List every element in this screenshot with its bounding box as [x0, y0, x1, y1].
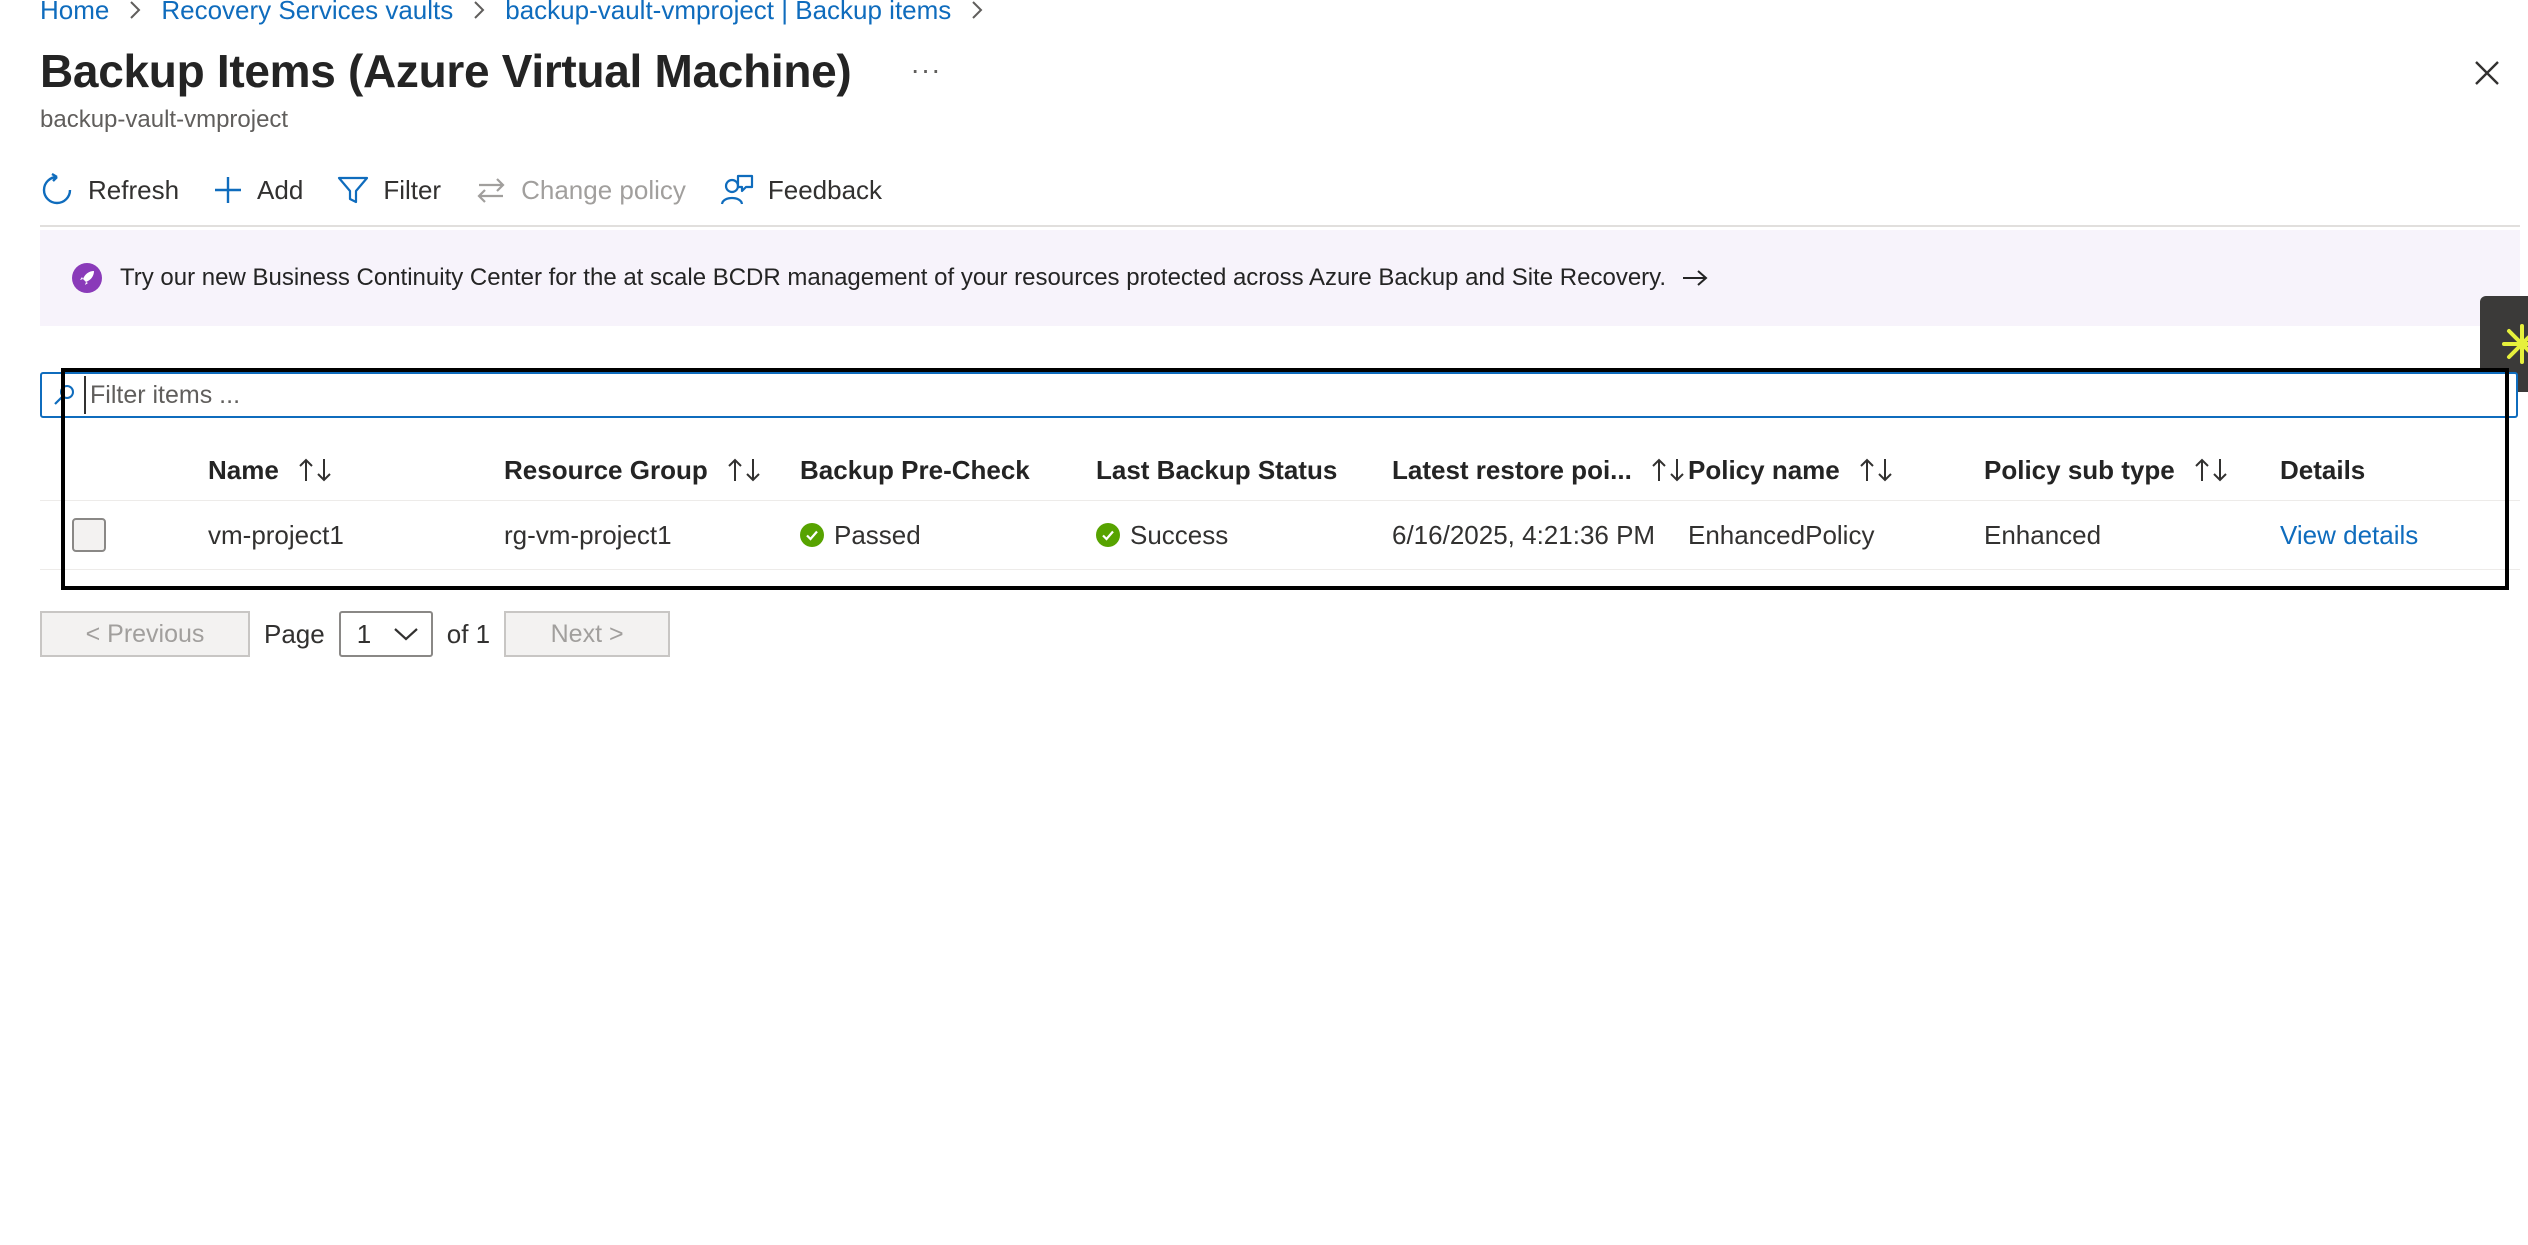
plus-icon [215, 177, 242, 203]
chevron-right-icon [971, 0, 983, 20]
page-select-value: 1 [356, 618, 372, 649]
change-policy-button[interactable]: Change policy [475, 174, 686, 206]
filter-button[interactable]: Filter [337, 174, 441, 206]
next-page-button[interactable]: Next > [504, 611, 671, 657]
backup-items-table: Name Resource Group Backup Pre-Check Las… [40, 440, 2520, 570]
column-header-latest-restore[interactable]: Latest restore poi... [1392, 440, 1686, 500]
add-label: Add [257, 174, 304, 205]
chevron-right-icon [473, 0, 485, 20]
refresh-icon [42, 173, 72, 205]
column-header-policy-sub-type[interactable]: Policy sub type [1984, 440, 2229, 500]
cell-latest-restore: 6/16/2025, 4:21:36 PM [1392, 519, 1656, 550]
column-header-name[interactable]: Name [208, 440, 333, 500]
sort-icon[interactable] [297, 457, 333, 483]
sort-icon[interactable] [2193, 457, 2229, 483]
filter-items-box [40, 372, 2518, 418]
cell-last-backup-status: Success [1096, 501, 1228, 569]
column-header-pre-check: Backup Pre-Check [800, 454, 1030, 485]
chevron-right-icon [129, 0, 141, 20]
pagination: < Previous Page 1 of 1 Next > [40, 610, 671, 658]
toolbar-divider [40, 225, 2520, 227]
cell-policy-sub-type: Enhanced [1984, 519, 2102, 550]
breadcrumb-recovery-vaults[interactable]: Recovery Services vaults [161, 0, 453, 26]
close-icon [2475, 61, 2499, 85]
filter-label: Filter [383, 174, 442, 205]
refresh-button[interactable]: Refresh [40, 173, 179, 207]
breadcrumb-home[interactable]: Home [40, 0, 109, 26]
feedback-button[interactable]: Feedback [720, 173, 882, 207]
page-subtitle: backup-vault-vmproject [40, 106, 289, 133]
sort-icon[interactable] [1650, 457, 1686, 483]
breadcrumb-backup-items[interactable]: backup-vault-vmproject | Backup items [505, 0, 951, 26]
sort-icon[interactable] [726, 457, 762, 483]
table-header: Name Resource Group Backup Pre-Check Las… [40, 440, 2520, 500]
banner-text: Try our new Business Continuity Center f… [120, 264, 1667, 291]
table-row[interactable]: vm-project1 rg-vm-project1 Passed Succes… [40, 500, 2520, 570]
column-header-policy-name[interactable]: Policy name [1688, 440, 1894, 500]
page-title: Backup Items (Azure Virtual Machine) [40, 45, 852, 97]
page-label: Page [264, 618, 325, 649]
cell-name: vm-project1 [208, 519, 344, 550]
page-of-label: of 1 [446, 618, 491, 649]
column-header-last-backup-status: Last Backup Status [1096, 454, 1338, 485]
cell-resource-group: rg-vm-project1 [504, 519, 672, 550]
column-header-details: Details [2280, 454, 2366, 485]
more-options-button[interactable]: ··· [908, 52, 944, 88]
sparkle-icon [2502, 324, 2528, 364]
funnel-icon [338, 176, 369, 204]
pre-check-text: Passed [834, 519, 921, 550]
swap-arrows-icon [477, 178, 505, 203]
previous-page-button[interactable]: < Previous [40, 611, 250, 657]
search-icon [54, 385, 74, 405]
change-policy-label: Change policy [521, 174, 686, 205]
check-circle-icon [800, 523, 824, 547]
column-header-resource-group[interactable]: Resource Group [504, 440, 762, 500]
info-banner: Try our new Business Continuity Center f… [40, 230, 2520, 326]
last-status-text: Success [1130, 519, 1229, 550]
page-select[interactable]: 1 [338, 611, 433, 657]
feedback-label: Feedback [767, 174, 883, 205]
cell-policy-name: EnhancedPolicy [1688, 519, 1875, 550]
chevron-down-icon [393, 628, 418, 641]
arrow-right-icon[interactable] [1682, 268, 1708, 288]
row-select-cell [72, 501, 106, 569]
rocket-icon [72, 263, 102, 293]
toolbar: Refresh Add Filter Change policy Feedbac… [40, 168, 916, 212]
row-select-checkbox[interactable] [72, 518, 106, 552]
close-button[interactable] [2470, 56, 2504, 90]
breadcrumb: Home Recovery Services vaults backup-vau… [40, 0, 1003, 30]
check-circle-icon [1096, 523, 1120, 547]
refresh-label: Refresh [88, 174, 180, 205]
cell-pre-check: Passed [800, 501, 921, 569]
cell-details: View details [2280, 501, 2418, 569]
filter-items-input[interactable] [84, 376, 2516, 414]
view-details-link[interactable]: View details [2280, 520, 2418, 551]
add-button[interactable]: Add [213, 175, 303, 206]
sort-icon[interactable] [1858, 457, 1894, 483]
feedback-person-icon [720, 174, 753, 205]
